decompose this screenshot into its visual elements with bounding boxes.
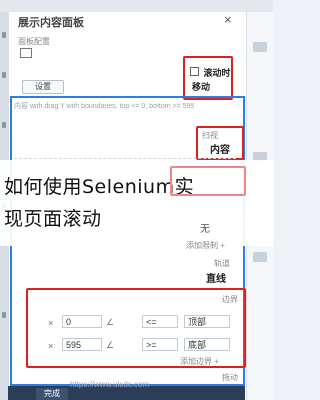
tool-icon[interactable] [2,72,6,78]
field-2-value[interactable]: 无 [200,220,210,235]
track-value[interactable]: 直线 [206,270,226,285]
field-label: 扫视 [202,131,218,140]
tool-icon[interactable] [253,252,267,262]
operator-select[interactable]: <= [142,315,178,328]
close-icon[interactable]: × [224,12,232,27]
add-limit-link[interactable]: 添加限制 + [186,240,225,251]
option-scroll-row[interactable]: 滚动时 [190,63,230,81]
remove-icon[interactable]: × [48,318,53,328]
tool-icon[interactable] [2,312,6,318]
boundary-target-select[interactable]: 顶部 [184,315,230,328]
unit-icon: ∠ [106,317,115,327]
field-value[interactable]: 内容 [210,141,230,156]
panel-title: 展示内容面板 [18,17,84,29]
operator-select[interactable]: >= [142,338,178,351]
boundary-label: 边界 [222,295,238,304]
boundary-1-input[interactable]: 0 [62,315,102,328]
panel-icon [20,48,32,58]
boundary-2-input[interactable]: 595 [62,338,102,351]
done-button[interactable]: 完成 [36,388,68,400]
tool-icon[interactable] [2,122,6,128]
watermark: https://www.uisdc.com [70,380,150,389]
remove-icon[interactable]: × [48,341,53,351]
setting-button[interactable]: 设置 [22,80,64,94]
caption-line-2: 现页面滚动 [4,208,102,230]
option-label: 滚动时 [203,68,231,78]
add-boundary-link[interactable]: 添加边界 + [180,356,219,367]
sub-header: 面板配置 [18,37,50,46]
checkbox-icon[interactable] [190,67,199,76]
divider [14,158,236,159]
boundary-target-select[interactable]: 底部 [184,338,230,351]
drag-label: 拖动 [222,373,238,382]
caption-line-1: 如何使用Selenium实 [4,176,195,198]
hint-text: 内容 with drag Y with boundaries, top <= 0… [14,103,195,110]
tool-icon[interactable] [253,42,267,52]
unit-icon: ∠ [106,340,115,350]
track-label: 轨道 [214,259,230,268]
option-move[interactable]: 移动 [192,80,210,93]
highlight-box [170,166,246,196]
tool-icon[interactable] [2,32,6,38]
